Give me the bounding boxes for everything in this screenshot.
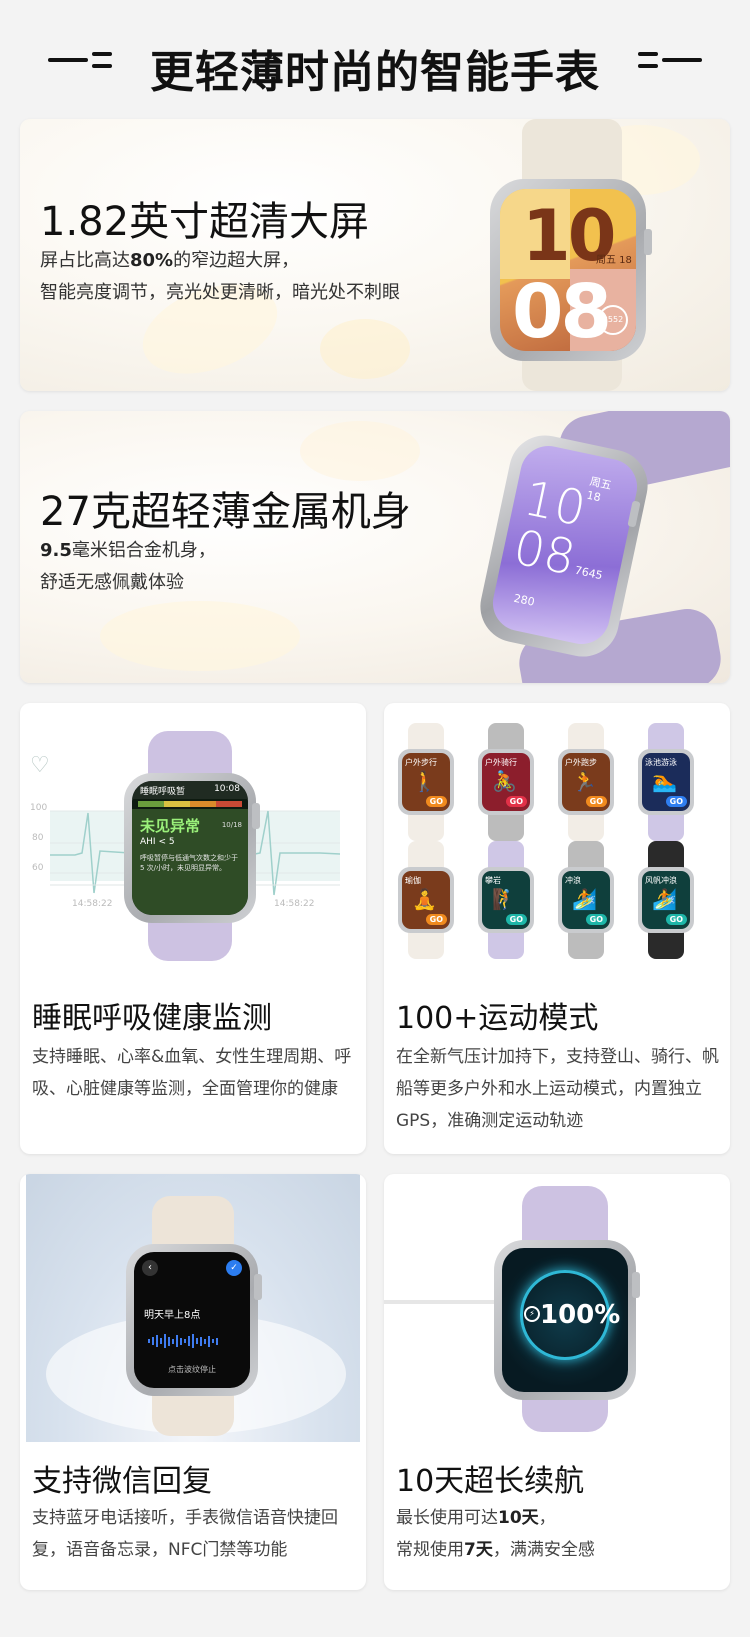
sport-figure-icon: 🧘 — [412, 887, 437, 911]
watch-minute: 08 — [508, 519, 581, 587]
sport-mode-watch: 泳池游泳 🏊 GO — [636, 723, 696, 841]
sport-mode-watch: 户外步行 🚶 GO — [396, 723, 456, 841]
sport-mode-label: 攀岩 — [485, 876, 501, 885]
battery-life-card: ⚡ 100% 10天超长续航 最长使用可达10天， 常规使用7天，满满安全感 — [384, 1174, 730, 1590]
page-header: 更轻薄时尚的智能手表 — [0, 0, 750, 118]
body-feature-banner: 27克超轻薄金属机身 9.5毫米铝合金机身， 舒适无感佩戴体验 10 08 周五… — [20, 411, 730, 683]
watch-date: 周五 18 — [596, 255, 632, 266]
go-button[interactable]: GO — [585, 914, 607, 925]
sport-modes-desc: 在全新气压计加持下，支持登山、骑行、帆船等更多户外和水上运动模式，内置独立GPS… — [396, 1047, 719, 1131]
sleep-ahi: AHI < 5 — [140, 837, 175, 847]
body-feature-title: 27克超轻薄金属机身 — [40, 489, 411, 535]
sleep-date: 10/18 — [221, 821, 242, 829]
confirm-icon[interactable]: ✓ — [226, 1260, 242, 1276]
chart-ytick-80: 80 — [32, 833, 44, 843]
sport-mode-label: 风帆冲浪 — [645, 876, 677, 885]
go-button[interactable]: GO — [505, 914, 527, 925]
sleep-monitor-desc: 支持睡眠、心率&血氧、女性生理周期、呼吸、心脏健康等监测，全面管理你的健康 — [32, 1047, 352, 1099]
sleep-monitor-image: ♡ 100 80 60 14:58:22 14:58:22 睡眠呼吸暂 10:0… — [20, 703, 366, 971]
go-button[interactable]: GO — [505, 796, 527, 807]
sport-mode-watch: 冲浪 🏄 GO — [556, 841, 616, 959]
sleep-status: 未见异常 — [140, 817, 201, 835]
sport-modes-image: 户外步行 🚶 GO 户外骑行 🚴 GO 户外跑步 🏃 GO 泳池游泳 🏊 GO 瑜伽 🧘 GO 攀岩 🧗 GO 冲浪… — [384, 703, 730, 971]
go-button[interactable]: GO — [585, 796, 607, 807]
battery-percent: 100% — [540, 1300, 621, 1330]
go-button[interactable]: GO — [665, 914, 687, 925]
watch-image-purple: 10 08 周五 18 7645 280 — [473, 411, 730, 683]
sport-mode-watch: 户外骑行 🚴 GO — [476, 723, 536, 841]
sport-mode-label: 泳池游泳 — [645, 758, 677, 767]
steps-value: 7645 — [573, 563, 604, 583]
steps-complication: 2552 — [598, 305, 628, 335]
watch-image-cream: 10 周五 18 08 2552 — [482, 119, 662, 391]
sleep-monitor-title: 睡眠呼吸健康监测 — [32, 1001, 272, 1036]
sport-modes-title: 100+运动模式 — [396, 1001, 599, 1036]
go-button[interactable]: GO — [425, 914, 447, 925]
sleep-note: 呼吸暂停与低通气次数之和少于 5 次/小时，未见明显异常。 — [140, 854, 238, 872]
battery-life-desc: 最长使用可达10天， 常规使用7天，满满安全感 — [396, 1508, 595, 1560]
go-button[interactable]: GO — [665, 796, 687, 807]
back-icon[interactable]: ‹ — [142, 1260, 158, 1276]
wechat-reply-card: ‹ ✓ 明天早上8点 点击波纹停止 支持微信回复 支持蓝牙电话接听，手表微信语音… — [20, 1174, 366, 1590]
sound-wave[interactable] — [148, 1334, 236, 1348]
sleep-time: 10:08 — [214, 784, 240, 794]
battery-icon: ⚡ — [524, 1306, 540, 1322]
sport-figure-icon: 🚴 — [492, 769, 517, 793]
chart-time-left: 14:58:22 — [72, 899, 113, 909]
screen-feature-desc: 屏占比高达80%的窄边超大屏， 智能亮度调节，亮光处更清晰，暗光处不刺眼 — [40, 250, 400, 303]
sport-mode-label: 户外跑步 — [565, 758, 597, 767]
screen-feature-banner: 1.82英寸超清大屏 屏占比高达80%的窄边超大屏， 智能亮度调节，亮光处更清晰… — [20, 119, 730, 391]
watch-date: 周五 18 — [585, 474, 613, 505]
battery-life-title: 10天超长续航 — [396, 1464, 585, 1499]
sport-mode-watch: 户外跑步 🏃 GO — [556, 723, 616, 841]
sport-figure-icon: 🚶 — [412, 769, 437, 793]
cal-value: 280 — [512, 591, 536, 609]
stop-hint[interactable]: 点击波纹停止 — [134, 1364, 250, 1375]
page-title: 更轻薄时尚的智能手表 — [150, 47, 600, 98]
wechat-reply-desc: 支持蓝牙电话接听，手表微信语音快捷回复，语音备忘录，NFC门禁等功能 — [32, 1508, 338, 1560]
watch-minute: 08 — [512, 269, 612, 351]
battery-life-image: ⚡ 100% — [384, 1174, 730, 1442]
sleep-monitor-card: ♡ 100 80 60 14:58:22 14:58:22 睡眠呼吸暂 10:0… — [20, 703, 366, 1154]
chart-time-right: 14:58:22 — [274, 899, 315, 909]
sport-figure-icon: 🏊 — [652, 769, 677, 793]
sport-mode-watch: 攀岩 🧗 GO — [476, 841, 536, 959]
wechat-reply-image: ‹ ✓ 明天早上8点 点击波纹停止 — [26, 1174, 360, 1442]
sport-mode-watch: 风帆冲浪 🏄 GO — [636, 841, 696, 959]
body-feature-desc: 9.5毫米铝合金机身， 舒适无感佩戴体验 — [40, 540, 216, 593]
sport-mode-label: 瑜伽 — [405, 876, 421, 885]
wechat-reply-title: 支持微信回复 — [32, 1464, 212, 1499]
sport-mode-label: 户外步行 — [405, 758, 437, 767]
sport-figure-icon: 🧗 — [492, 887, 517, 911]
sport-mode-label: 户外骑行 — [485, 758, 517, 767]
sport-figure-icon: 🏄 — [652, 887, 677, 911]
sport-mode-watch: 瑜伽 🧘 GO — [396, 841, 456, 959]
sport-mode-label: 冲浪 — [565, 876, 581, 885]
chart-ytick-100: 100 — [30, 803, 48, 813]
sport-figure-icon: 🏃 — [572, 769, 597, 793]
chart-ytick-60: 60 — [32, 863, 44, 873]
sport-figure-icon: 🏄 — [572, 887, 597, 911]
sport-modes-card: 户外步行 🚶 GO 户外骑行 🚴 GO 户外跑步 🏃 GO 泳池游泳 🏊 GO 瑜伽 🧘 GO 攀岩 🧗 GO 冲浪… — [384, 703, 730, 1154]
sleep-app-name: 睡眠呼吸暂 — [140, 787, 186, 797]
voice-text: 明天早上8点 — [144, 1310, 201, 1321]
screen-feature-title: 1.82英寸超清大屏 — [40, 199, 370, 245]
go-button[interactable]: GO — [425, 796, 447, 807]
